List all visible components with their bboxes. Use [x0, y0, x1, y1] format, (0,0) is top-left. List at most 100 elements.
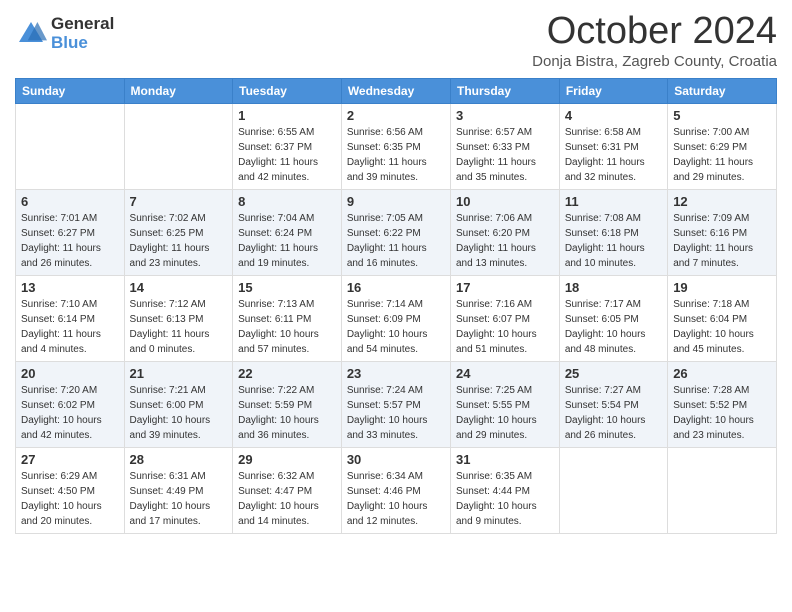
calendar-cell: 1Sunrise: 6:55 AMSunset: 6:37 PMDaylight… [233, 104, 342, 190]
calendar-cell: 6 Sunrise: 7:01 AMSunset: 6:27 PMDaylight… [16, 190, 125, 276]
day-info: Sunrise: 6:34 AMSunset: 4:46 PMDaylight:… [347, 469, 445, 529]
day-info: Sunrise: 6:32 AMSunset: 4:47 PMDaylight:… [238, 469, 336, 529]
month-title: October 2024 [532, 10, 777, 53]
day-info: Sunrise: 7:09 AMSunset: 6:16 PMDaylight:… [673, 211, 771, 271]
calendar-table: SundayMondayTuesdayWednesdayThursdayFrid… [15, 78, 777, 534]
weekday-header: Sunday [16, 79, 125, 104]
day-number: 8 [238, 194, 336, 209]
logo-blue: Blue [51, 34, 114, 53]
day-number: 28 [130, 452, 228, 467]
logo-icon [15, 18, 47, 50]
day-info: Sunrise: 7:04 AMSunset: 6:24 PMDaylight:… [238, 211, 336, 271]
day-number: 30 [347, 452, 445, 467]
calendar-cell: 11 Sunrise: 7:08 AMSunset: 6:18 PMDayligh… [559, 190, 667, 276]
day-number: 23 [347, 366, 445, 381]
calendar-cell: 30 Sunrise: 6:34 AMSunset: 4:46 PMDayligh… [341, 448, 450, 534]
calendar-cell: 8 Sunrise: 7:04 AMSunset: 6:24 PMDaylight… [233, 190, 342, 276]
calendar-cell [124, 104, 233, 190]
weekday-header: Wednesday [341, 79, 450, 104]
day-number: 29 [238, 452, 336, 467]
calendar-cell: 5 Sunrise: 7:00 AMSunset: 6:29 PMDaylight… [668, 104, 777, 190]
calendar-cell: 22Sunrise: 7:22 AMSunset: 5:59 PMDayligh… [233, 362, 342, 448]
logo-general: General [51, 15, 114, 34]
calendar-week-row: 1Sunrise: 6:55 AMSunset: 6:37 PMDaylight… [16, 104, 777, 190]
day-number: 19 [673, 280, 771, 295]
day-info: Sunrise: 7:27 AMSunset: 5:54 PMDaylight:… [565, 383, 662, 443]
calendar-cell [559, 448, 667, 534]
day-info: Sunrise: 7:22 AMSunset: 5:59 PMDaylight:… [238, 383, 336, 443]
calendar-week-row: 20 Sunrise: 7:20 AMSunset: 6:02 PMDayligh… [16, 362, 777, 448]
calendar-week-row: 27 Sunrise: 6:29 AMSunset: 4:50 PMDayligh… [16, 448, 777, 534]
day-number: 17 [456, 280, 554, 295]
day-info: Sunrise: 7:02 AMSunset: 6:25 PMDaylight:… [130, 211, 228, 271]
calendar-cell: 19Sunrise: 7:18 AMSunset: 6:04 PMDayligh… [668, 276, 777, 362]
day-info: Sunrise: 7:14 AMSunset: 6:09 PMDaylight:… [347, 297, 445, 357]
calendar-cell: 27 Sunrise: 6:29 AMSunset: 4:50 PMDayligh… [16, 448, 125, 534]
day-number: 18 [565, 280, 662, 295]
day-number: 26 [673, 366, 771, 381]
day-info: Sunrise: 7:05 AMSunset: 6:22 PMDaylight:… [347, 211, 445, 271]
weekday-header: Friday [559, 79, 667, 104]
header: General Blue October 2024 Donja Bistra, … [15, 10, 777, 70]
calendar-cell [16, 104, 125, 190]
day-info: Sunrise: 7:28 AMSunset: 5:52 PMDaylight:… [673, 383, 771, 443]
location: Donja Bistra, Zagreb County, Croatia [532, 53, 777, 70]
calendar-week-row: 6 Sunrise: 7:01 AMSunset: 6:27 PMDaylight… [16, 190, 777, 276]
day-info: Sunrise: 7:24 AMSunset: 5:57 PMDaylight:… [347, 383, 445, 443]
day-info: Sunrise: 7:12 AMSunset: 6:13 PMDaylight:… [130, 297, 228, 357]
day-number: 11 [565, 194, 662, 209]
weekday-header: Saturday [668, 79, 777, 104]
calendar-cell: 4Sunrise: 6:58 AMSunset: 6:31 PMDaylight… [559, 104, 667, 190]
weekday-header: Thursday [450, 79, 559, 104]
calendar-cell: 24 Sunrise: 7:25 AMSunset: 5:55 PMDayligh… [450, 362, 559, 448]
calendar-cell: 10Sunrise: 7:06 AMSunset: 6:20 PMDayligh… [450, 190, 559, 276]
calendar-cell: 23 Sunrise: 7:24 AMSunset: 5:57 PMDayligh… [341, 362, 450, 448]
calendar-cell: 29 Sunrise: 6:32 AMSunset: 4:47 PMDayligh… [233, 448, 342, 534]
logo: General Blue [15, 15, 114, 52]
day-info: Sunrise: 7:01 AMSunset: 6:27 PMDaylight:… [21, 211, 119, 271]
weekday-header: Tuesday [233, 79, 342, 104]
day-number: 27 [21, 452, 119, 467]
calendar-cell: 9 Sunrise: 7:05 AMSunset: 6:22 PMDaylight… [341, 190, 450, 276]
day-number: 31 [456, 452, 554, 467]
weekday-header-row: SundayMondayTuesdayWednesdayThursdayFrid… [16, 79, 777, 104]
day-info: Sunrise: 6:55 AMSunset: 6:37 PMDaylight:… [238, 125, 336, 185]
calendar-cell: 2Sunrise: 6:56 AMSunset: 6:35 PMDaylight… [341, 104, 450, 190]
title-block: October 2024 Donja Bistra, Zagreb County… [532, 10, 777, 70]
day-number: 12 [673, 194, 771, 209]
day-number: 13 [21, 280, 119, 295]
day-number: 4 [565, 108, 662, 123]
day-info: Sunrise: 7:21 AMSunset: 6:00 PMDaylight:… [130, 383, 228, 443]
day-info: Sunrise: 7:00 AMSunset: 6:29 PMDaylight:… [673, 125, 771, 185]
day-number: 21 [130, 366, 228, 381]
day-info: Sunrise: 7:08 AMSunset: 6:18 PMDaylight:… [565, 211, 662, 271]
day-number: 6 [21, 194, 119, 209]
day-number: 9 [347, 194, 445, 209]
day-number: 5 [673, 108, 771, 123]
day-info: Sunrise: 7:13 AMSunset: 6:11 PMDaylight:… [238, 297, 336, 357]
day-info: Sunrise: 6:29 AMSunset: 4:50 PMDaylight:… [21, 469, 119, 529]
calendar-week-row: 13Sunrise: 7:10 AMSunset: 6:14 PMDayligh… [16, 276, 777, 362]
calendar-cell: 25Sunrise: 7:27 AMSunset: 5:54 PMDayligh… [559, 362, 667, 448]
day-info: Sunrise: 7:20 AMSunset: 6:02 PMDaylight:… [21, 383, 119, 443]
logo-text: General Blue [51, 15, 114, 52]
calendar-cell [668, 448, 777, 534]
calendar-cell: 26 Sunrise: 7:28 AMSunset: 5:52 PMDayligh… [668, 362, 777, 448]
day-number: 10 [456, 194, 554, 209]
day-number: 16 [347, 280, 445, 295]
weekday-header: Monday [124, 79, 233, 104]
calendar-cell: 28Sunrise: 6:31 AMSunset: 4:49 PMDayligh… [124, 448, 233, 534]
calendar-cell: 12 Sunrise: 7:09 AMSunset: 6:16 PMDayligh… [668, 190, 777, 276]
day-number: 24 [456, 366, 554, 381]
calendar-cell: 14 Sunrise: 7:12 AMSunset: 6:13 PMDayligh… [124, 276, 233, 362]
day-number: 3 [456, 108, 554, 123]
day-info: Sunrise: 7:25 AMSunset: 5:55 PMDaylight:… [456, 383, 554, 443]
day-number: 20 [21, 366, 119, 381]
day-number: 14 [130, 280, 228, 295]
calendar-cell: 13Sunrise: 7:10 AMSunset: 6:14 PMDayligh… [16, 276, 125, 362]
day-number: 7 [130, 194, 228, 209]
calendar-cell: 16 Sunrise: 7:14 AMSunset: 6:09 PMDayligh… [341, 276, 450, 362]
calendar-cell: 17 Sunrise: 7:16 AMSunset: 6:07 PMDayligh… [450, 276, 559, 362]
calendar-cell: 31Sunrise: 6:35 AMSunset: 4:44 PMDayligh… [450, 448, 559, 534]
day-info: Sunrise: 7:16 AMSunset: 6:07 PMDaylight:… [456, 297, 554, 357]
